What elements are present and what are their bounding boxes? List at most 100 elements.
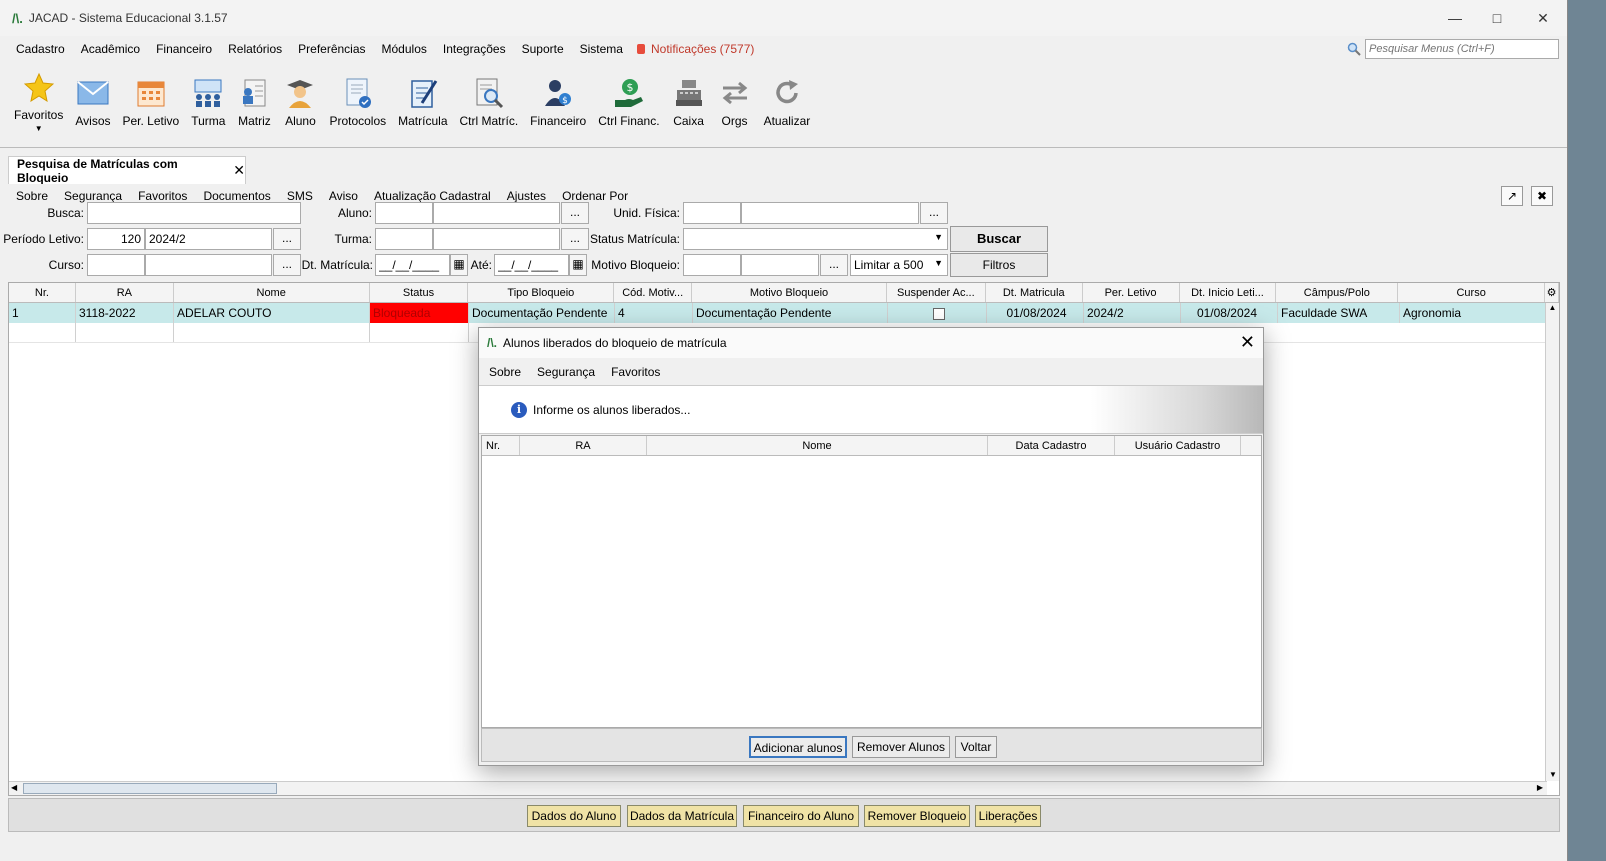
remover-bloqueio-button[interactable]: Remover Bloqueio (864, 805, 970, 827)
menu-modulos[interactable]: Módulos (374, 42, 435, 56)
financeiro-do-aluno-button[interactable]: Financeiro do Aluno (743, 805, 859, 827)
liberacoes-button[interactable]: Liberações (975, 805, 1041, 827)
voltar-button[interactable]: Voltar (955, 736, 997, 758)
app-logo-icon: /\. (487, 336, 498, 350)
matrix-icon (237, 76, 271, 110)
toolbar-avisos[interactable]: Avisos (69, 70, 116, 140)
horizontal-scrollbar[interactable]: ◀ ▶ (9, 781, 1547, 795)
suspender-checkbox[interactable] (932, 307, 945, 320)
dialog-title-bar: /\. Alunos liberados do bloqueio de matr… (479, 328, 1263, 358)
minimize-button[interactable]: — (1432, 0, 1478, 36)
periodo-value-input[interactable] (145, 228, 272, 250)
toolbar-orgs[interactable]: Orgs (712, 70, 758, 140)
toolbar-label: Atualizar (763, 114, 811, 128)
close-icon[interactable]: ✕ (233, 162, 245, 179)
aluno-name-input[interactable] (433, 202, 560, 224)
toolbar-favoritos[interactable]: Favoritos ▼ (8, 70, 69, 140)
col-data-cadastro[interactable]: Data Cadastro (988, 436, 1115, 455)
menu-search-input[interactable] (1365, 39, 1559, 59)
unid-code-input[interactable] (683, 202, 741, 224)
col-nome[interactable]: Nome (647, 436, 988, 455)
col-curso[interactable]: Curso (1398, 283, 1546, 302)
motivo-lookup-button[interactable]: ... (820, 254, 848, 276)
menu-integracoes[interactable]: Integrações (435, 42, 514, 56)
limit-select[interactable]: Limitar a 500 ▼ (850, 254, 948, 276)
dt-matricula-input[interactable] (375, 254, 450, 276)
toolbar-ctrl-matric[interactable]: Ctrl Matríc. (454, 70, 525, 140)
col-nome[interactable]: Nome (174, 283, 370, 302)
toolbar-matriz[interactable]: Matriz (231, 70, 277, 140)
remover-alunos-button[interactable]: Remover Alunos (852, 736, 950, 758)
dialog-menu-seguranca[interactable]: Segurança (529, 365, 603, 379)
col-ra[interactable]: RA (520, 436, 647, 455)
menu-preferencias[interactable]: Preferências (290, 42, 373, 56)
toolbar-protocolos[interactable]: Protocolos (323, 70, 392, 140)
dt-ate-input[interactable] (494, 254, 569, 276)
close-window-button[interactable]: ✕ (1520, 0, 1566, 36)
curso-code-input[interactable] (87, 254, 145, 276)
col-dt-inicio[interactable]: Dt. Inicio Leti... (1180, 283, 1277, 302)
toolbar-per-letivo[interactable]: Per. Letivo (117, 70, 186, 140)
aluno-lookup-button[interactable]: ... (561, 202, 589, 224)
toolbar-atualizar[interactable]: Atualizar (758, 70, 817, 140)
unid-lookup-button[interactable]: ... (920, 202, 948, 224)
dados-da-matricula-button[interactable]: Dados da Matrícula (627, 805, 737, 827)
col-dt-matricula[interactable]: Dt. Matricula (986, 283, 1083, 302)
buscar-button[interactable]: Buscar (950, 226, 1048, 252)
adicionar-alunos-button[interactable]: Adicionar alunos (749, 736, 847, 758)
toolbar-aluno[interactable]: Aluno (277, 70, 323, 140)
ate-label: Até: (470, 258, 492, 272)
unid-name-input[interactable] (741, 202, 919, 224)
col-motivo-bloqueio[interactable]: Motivo Bloqueio (692, 283, 887, 302)
menu-cadastro[interactable]: Cadastro (8, 42, 73, 56)
tab-pesquisa-matriculas[interactable]: Pesquisa de Matrículas com Bloqueio ✕ (8, 156, 246, 185)
scroll-up-icon[interactable]: ▲ (1546, 303, 1559, 312)
col-tipo-bloqueio[interactable]: Tipo Bloqueio (468, 283, 615, 302)
col-campus[interactable]: Câmpus/Polo (1276, 283, 1399, 302)
turma-code-input[interactable] (375, 228, 433, 250)
motivo-code-input[interactable] (683, 254, 741, 276)
scroll-right-icon[interactable]: ▶ (1537, 783, 1543, 792)
periodo-lookup-button[interactable]: ... (273, 228, 301, 250)
gear-icon[interactable]: ⚙ (1545, 283, 1560, 302)
dialog-menu-favoritos[interactable]: Favoritos (603, 365, 668, 379)
scroll-down-icon[interactable]: ▼ (1546, 770, 1560, 779)
col-status[interactable]: Status (370, 283, 469, 302)
dados-do-aluno-button[interactable]: Dados do Aluno (527, 805, 621, 827)
toolbar-turma[interactable]: Turma (185, 70, 231, 140)
toolbar-caixa[interactable]: Caixa (666, 70, 712, 140)
motivo-name-input[interactable] (741, 254, 819, 276)
vertical-scrollbar[interactable]: ▲ ▼ (1545, 303, 1559, 781)
filtros-button[interactable]: Filtros (950, 253, 1048, 277)
menu-sistema[interactable]: Sistema (572, 42, 631, 56)
aluno-code-input[interactable] (375, 202, 433, 224)
col-ra[interactable]: RA (76, 283, 174, 302)
menu-academico[interactable]: Acadêmico (73, 42, 148, 56)
notifications-link[interactable]: Notificações (7577) (636, 42, 754, 56)
turma-name-input[interactable] (433, 228, 560, 250)
curso-name-input[interactable] (145, 254, 272, 276)
toolbar-matricula[interactable]: Matrícula (392, 70, 453, 140)
status-matricula-select[interactable]: ▼ (683, 228, 948, 250)
col-per-letivo[interactable]: Per. Letivo (1083, 283, 1180, 302)
busca-input[interactable] (87, 202, 301, 224)
col-usuario-cadastro[interactable]: Usuário Cadastro (1115, 436, 1241, 455)
close-icon[interactable]: ✕ (1240, 332, 1255, 352)
menu-relatorios[interactable]: Relatórios (220, 42, 290, 56)
toolbar-financeiro[interactable]: $ Financeiro (524, 70, 592, 140)
col-cod-motivo[interactable]: Cód. Motiv... (614, 283, 693, 302)
cell-dt-matricula: 01/08/2024 (987, 303, 1084, 323)
horizontal-scroll-thumb[interactable] (23, 783, 277, 794)
menu-suporte[interactable]: Suporte (514, 42, 572, 56)
maximize-button[interactable]: □ (1474, 0, 1520, 36)
menu-financeiro[interactable]: Financeiro (148, 42, 220, 56)
toolbar-ctrl-financ[interactable]: $ Ctrl Financ. (592, 70, 665, 140)
dialog-menu-sobre[interactable]: Sobre (481, 365, 529, 379)
scroll-left-icon[interactable]: ◀ (11, 783, 17, 792)
col-nr[interactable]: Nr. (482, 436, 520, 455)
table-row[interactable]: 1 3118-2022 ADELAR COUTO Bloqueada Docum… (9, 303, 1559, 323)
periodo-code-input[interactable] (87, 228, 145, 250)
col-nr[interactable]: Nr. (9, 283, 76, 302)
col-suspender[interactable]: Suspender Ac... (887, 283, 986, 302)
calendar-picker-icon[interactable]: ▦ (450, 254, 468, 276)
